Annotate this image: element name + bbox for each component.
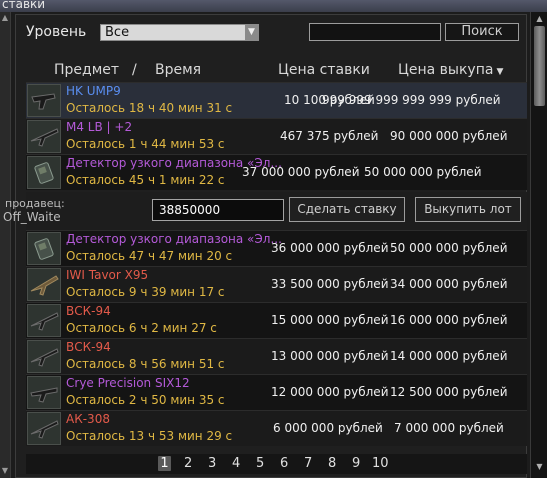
lot-bid-price: 467 375 рублей xyxy=(280,129,379,143)
column-header-item[interactable]: Предмет xyxy=(54,62,119,78)
detector-icon xyxy=(27,156,61,189)
lot-time-left: Осталось 13 ч 53 мин 29 с xyxy=(66,429,233,443)
lot-row[interactable]: Crye Precision SIX12 Осталось 2 ч 50 мин… xyxy=(26,374,527,410)
level-filter-label: Уровень xyxy=(26,24,87,40)
lot-time-left: Осталось 47 ч 47 мин 20 с xyxy=(66,249,233,263)
window-title: ставки xyxy=(2,0,46,11)
lot-buyout-price: 999 999 999 999 999 рублей xyxy=(322,93,501,107)
lot-name: ВСК-94 xyxy=(66,340,111,354)
rifle-icon xyxy=(27,340,61,373)
place-bid-button[interactable]: Сделать ставку xyxy=(289,197,405,222)
smg-icon xyxy=(27,84,61,117)
lot-time-left: Осталось 9 ч 39 мин 17 с xyxy=(66,285,225,299)
lot-buyout-price: 50 000 000 рублей xyxy=(390,241,508,255)
window-titlebar: ставки xyxy=(0,0,547,12)
page-link[interactable]: 7 xyxy=(304,456,312,471)
lot-name: АК-308 xyxy=(66,412,110,426)
lot-time-left: Осталось 8 ч 56 мин 51 с xyxy=(66,357,225,371)
lot-bid-price: 6 000 000 рублей xyxy=(273,421,383,435)
lot-bid-price: 37 000 000 рублей xyxy=(242,165,360,179)
lot-bid-price: 36 000 000 рублей xyxy=(271,241,389,255)
lot-name: IWI Tavor X95 xyxy=(66,268,149,282)
pagination-bar xyxy=(26,454,527,474)
lot-buyout-price: 12 500 000 рублей xyxy=(390,385,508,399)
column-header-time[interactable]: Время xyxy=(155,62,201,78)
lot-buyout-price: 34 000 000 рублей xyxy=(390,277,508,291)
scroll-up-icon[interactable]: ▲ xyxy=(1,14,9,22)
rifle-icon xyxy=(27,120,61,153)
lot-name: Crye Precision SIX12 xyxy=(66,376,190,390)
scroll-down-icon[interactable]: ▼ xyxy=(533,462,546,472)
lot-row[interactable]: АК-308 Осталось 13 ч 53 мин 29 с 6 000 0… xyxy=(26,410,527,446)
lot-name: M4 LB | +2 xyxy=(66,120,133,134)
lot-bid-price: 15 000 000 рублей xyxy=(271,313,389,327)
lot-buyout-price: 16 000 000 рублей xyxy=(390,313,508,327)
lot-bid-price: 13 000 000 рублей xyxy=(271,349,389,363)
rifle-icon xyxy=(27,412,61,445)
lot-time-left: Осталось 45 ч 1 мин 22 с xyxy=(66,173,225,187)
page-link[interactable]: 3 xyxy=(208,456,216,471)
column-header-buyout[interactable]: Цена выкупа ▼ xyxy=(398,62,503,78)
search-input[interactable] xyxy=(309,23,441,41)
column-header-separator: / xyxy=(132,62,137,78)
lot-time-left: Осталось 1 ч 44 мин 53 с xyxy=(66,137,225,151)
detector-icon xyxy=(27,232,61,265)
lot-row[interactable]: Детектор узкого диапазона «Эл... Осталос… xyxy=(26,154,527,190)
page-link[interactable]: 8 xyxy=(328,456,336,471)
sort-down-icon: ▼ xyxy=(496,67,504,77)
bid-amount-input[interactable]: 38850000 xyxy=(152,199,284,221)
lot-buyout-price: 50 000 000 рублей xyxy=(364,165,482,179)
lot-name: Детектор узкого диапазона «Эл... xyxy=(66,232,282,246)
search-button[interactable]: Поиск xyxy=(445,23,519,41)
buyout-lot-button[interactable]: Выкупить лот xyxy=(415,197,521,222)
lot-row[interactable]: ВСК-94 Осталось 8 ч 56 мин 51 с 13 000 0… xyxy=(26,338,527,374)
page-link[interactable]: 6 xyxy=(280,456,288,471)
lot-time-left: Осталось 2 ч 50 мин 35 с xyxy=(66,393,225,407)
lot-row[interactable]: Детектор узкого диапазона «Эл... Осталос… xyxy=(26,230,527,266)
lot-bid-price: 33 500 000 рублей xyxy=(271,277,389,291)
level-filter-select[interactable]: Все ▼ xyxy=(100,24,259,41)
rifle-icon xyxy=(27,304,61,337)
vertical-scrollbar[interactable]: ▲ ▼ xyxy=(530,12,547,478)
column-header-bid[interactable]: Цена ставки xyxy=(278,62,370,78)
lot-time-left: Осталось 6 ч 2 мин 27 с xyxy=(66,321,217,335)
lot-row[interactable]: M4 LB | +2 Осталось 1 ч 44 мин 53 с 467 … xyxy=(26,118,527,154)
lot-buyout-price: 14 000 000 рублей xyxy=(390,349,508,363)
lot-buyout-price: 90 000 000 рублей xyxy=(390,129,508,143)
seller-name: Off_Waite xyxy=(3,210,61,224)
lot-name: ВСК-94 xyxy=(66,304,111,318)
page-link-current[interactable]: 1 xyxy=(158,456,171,471)
left-scroll-rail[interactable]: ▲ ▼ xyxy=(0,12,11,478)
lot-bid-price: 12 000 000 рублей xyxy=(271,385,389,399)
seller-label: продавец: xyxy=(5,197,65,210)
shotgun-icon xyxy=(27,376,61,409)
page-link[interactable]: 9 xyxy=(352,456,360,471)
level-filter-value: Все xyxy=(105,25,130,40)
lot-row[interactable]: HK UMP9 Осталось 18 ч 40 мин 31 с 10 100… xyxy=(26,82,527,118)
page-link[interactable]: 5 xyxy=(256,456,264,471)
lot-buyout-price: 7 000 000 рублей xyxy=(394,421,504,435)
page-link[interactable]: 2 xyxy=(184,456,192,471)
rifle-icon xyxy=(27,268,61,301)
column-header-buyout-label: Цена выкупа xyxy=(398,62,494,78)
lot-row[interactable]: IWI Tavor X95 Осталось 9 ч 39 мин 17 с 3… xyxy=(26,266,527,302)
scroll-up-icon[interactable]: ▲ xyxy=(533,14,546,24)
scrollbar-thumb[interactable] xyxy=(534,26,545,106)
lot-time-left: Осталось 18 ч 40 мин 31 с xyxy=(66,101,233,115)
lot-row[interactable]: ВСК-94 Осталось 6 ч 2 мин 27 с 15 000 00… xyxy=(26,302,527,338)
chevron-down-icon[interactable]: ▼ xyxy=(245,25,258,40)
lot-name: HK UMP9 xyxy=(66,84,121,98)
page-link[interactable]: 10 xyxy=(372,456,389,471)
page-link[interactable]: 4 xyxy=(232,456,240,471)
scroll-down-icon[interactable]: ▼ xyxy=(1,467,9,475)
